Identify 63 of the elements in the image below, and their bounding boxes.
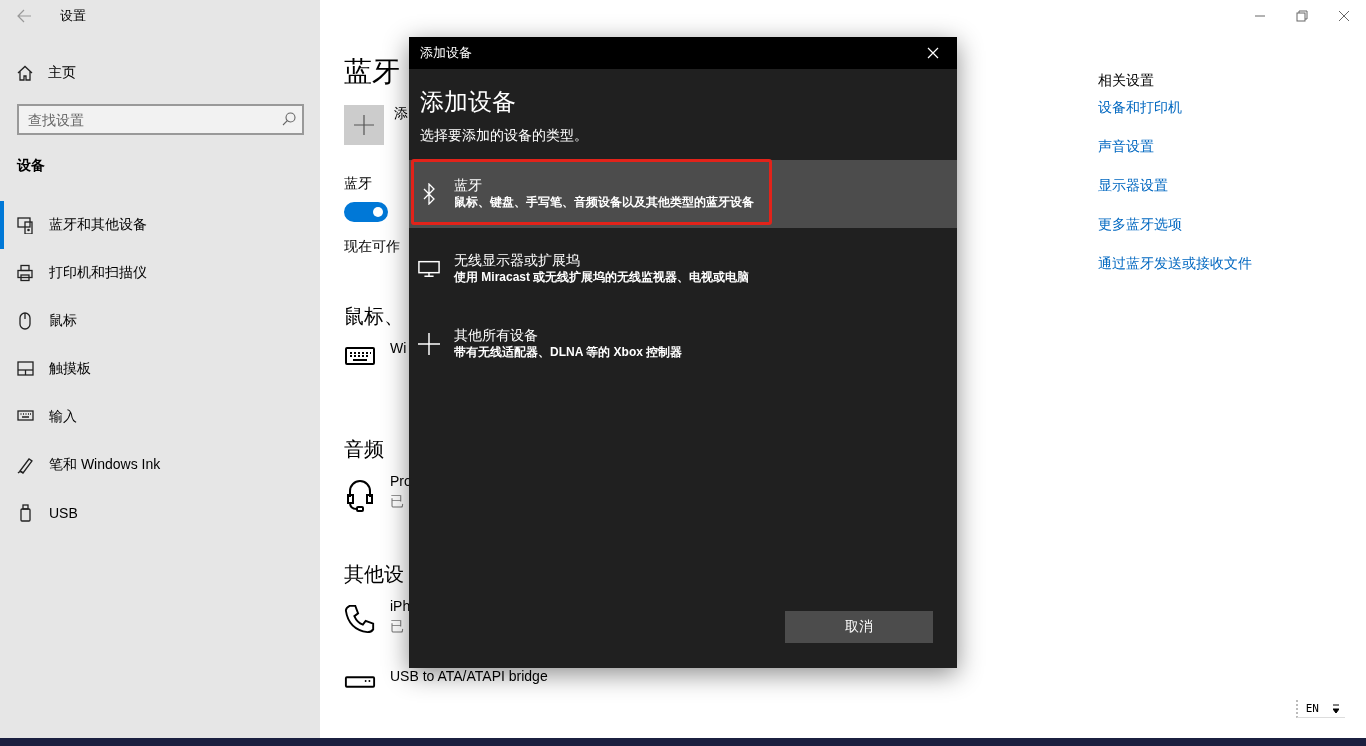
option-title: 其他所有设备 (454, 327, 539, 344)
add-device-button[interactable] (344, 105, 384, 145)
dialog-heading: 添加设备 (420, 87, 517, 117)
headset-icon (344, 477, 376, 513)
keyboard-icon (344, 344, 376, 368)
settings-link[interactable]: 显示器设置 (1098, 175, 1252, 195)
settings-link[interactable]: 声音设置 (1098, 136, 1252, 156)
device-type-option[interactable]: 无线显示器或扩展坞 使用 Miracast 或无线扩展坞的无线监视器、电视或电脑 (409, 235, 957, 303)
settings-link[interactable]: 更多蓝牙选项 (1098, 214, 1252, 234)
usb-drive-icon (17, 504, 34, 522)
device-status: 已 (390, 492, 405, 511)
section-heading: 鼠标、 (344, 304, 404, 329)
language-label: EN (1305, 702, 1319, 715)
search-icon[interactable] (282, 112, 296, 126)
nav-item[interactable]: USB (0, 489, 320, 537)
nav-item[interactable]: 蓝牙和其他设备 (0, 201, 320, 249)
section-heading: 设备 (17, 157, 45, 173)
related-heading: 相关设置 (1098, 71, 1155, 90)
home-link[interactable]: 主页 (48, 64, 76, 82)
device-type-option[interactable]: 其他所有设备 带有无线适配器、DLNA 等的 Xbox 控制器 (409, 310, 957, 378)
device-name: USB to ATA/ATAPI bridge (390, 667, 548, 686)
page-title: 蓝牙 (344, 55, 400, 89)
option-description: 使用 Miracast 或无线扩展坞的无线监视器、电视或电脑 (454, 269, 750, 286)
section-heading: 音频 (344, 437, 384, 462)
nav-item[interactable]: 笔和 Windows Ink (0, 441, 320, 489)
plus-icon (418, 332, 440, 356)
nav-item[interactable]: 打印机和扫描仪 (0, 249, 320, 297)
search-field[interactable]: 查找设置 (17, 104, 304, 135)
device-name: iPh (390, 597, 411, 616)
field-label: 蓝牙 (344, 175, 372, 193)
settings-link[interactable]: 通过蓝牙发送或接收文件 (1098, 253, 1252, 273)
dialog-title: 添加设备 (420, 44, 472, 62)
device-status: 已 (390, 617, 405, 636)
add-device-label: 添 (394, 105, 408, 123)
monitor-icon (418, 259, 440, 279)
dialog-subtitle: 选择要添加的设备的类型。 (420, 126, 589, 145)
bluetooth-icon (423, 183, 435, 205)
nav-item[interactable]: 触摸板 (0, 345, 320, 393)
printer-icon (17, 264, 34, 282)
mouse-icon (17, 312, 34, 330)
status-text: 现在可作 (344, 238, 400, 256)
toggle-switch[interactable] (344, 202, 388, 222)
touchpad-icon (17, 360, 34, 378)
option-title: 无线显示器或扩展坞 (454, 252, 581, 269)
device-type-option[interactable]: 蓝牙 鼠标、键盘、手写笔、音频设备以及其他类型的蓝牙设备 (409, 160, 957, 228)
option-title: 蓝牙 (454, 177, 483, 194)
device-name: Wi (390, 339, 407, 358)
phone-icon (344, 602, 376, 636)
cancel-button[interactable]: 取消 (785, 611, 933, 643)
settings-link[interactable]: 设备和打印机 (1098, 97, 1252, 117)
app-title: 设置 (60, 7, 86, 25)
restore-icon[interactable] (1296, 10, 1308, 22)
input-indicator[interactable]: EN (1295, 700, 1345, 718)
pen-icon (17, 456, 34, 474)
nav-item[interactable]: 鼠标 (0, 297, 320, 345)
option-description: 鼠标、键盘、手写笔、音频设备以及其他类型的蓝牙设备 (454, 194, 754, 211)
section-heading: 其他设 (344, 562, 404, 587)
keyboard-phone-icon (17, 216, 34, 234)
nav-item[interactable]: 输入 (0, 393, 320, 441)
plus-icon (354, 115, 374, 135)
dropdown-icon (1333, 703, 1339, 714)
option-description: 带有无线适配器、DLNA 等的 Xbox 控制器 (454, 344, 683, 361)
home-icon (17, 65, 33, 81)
